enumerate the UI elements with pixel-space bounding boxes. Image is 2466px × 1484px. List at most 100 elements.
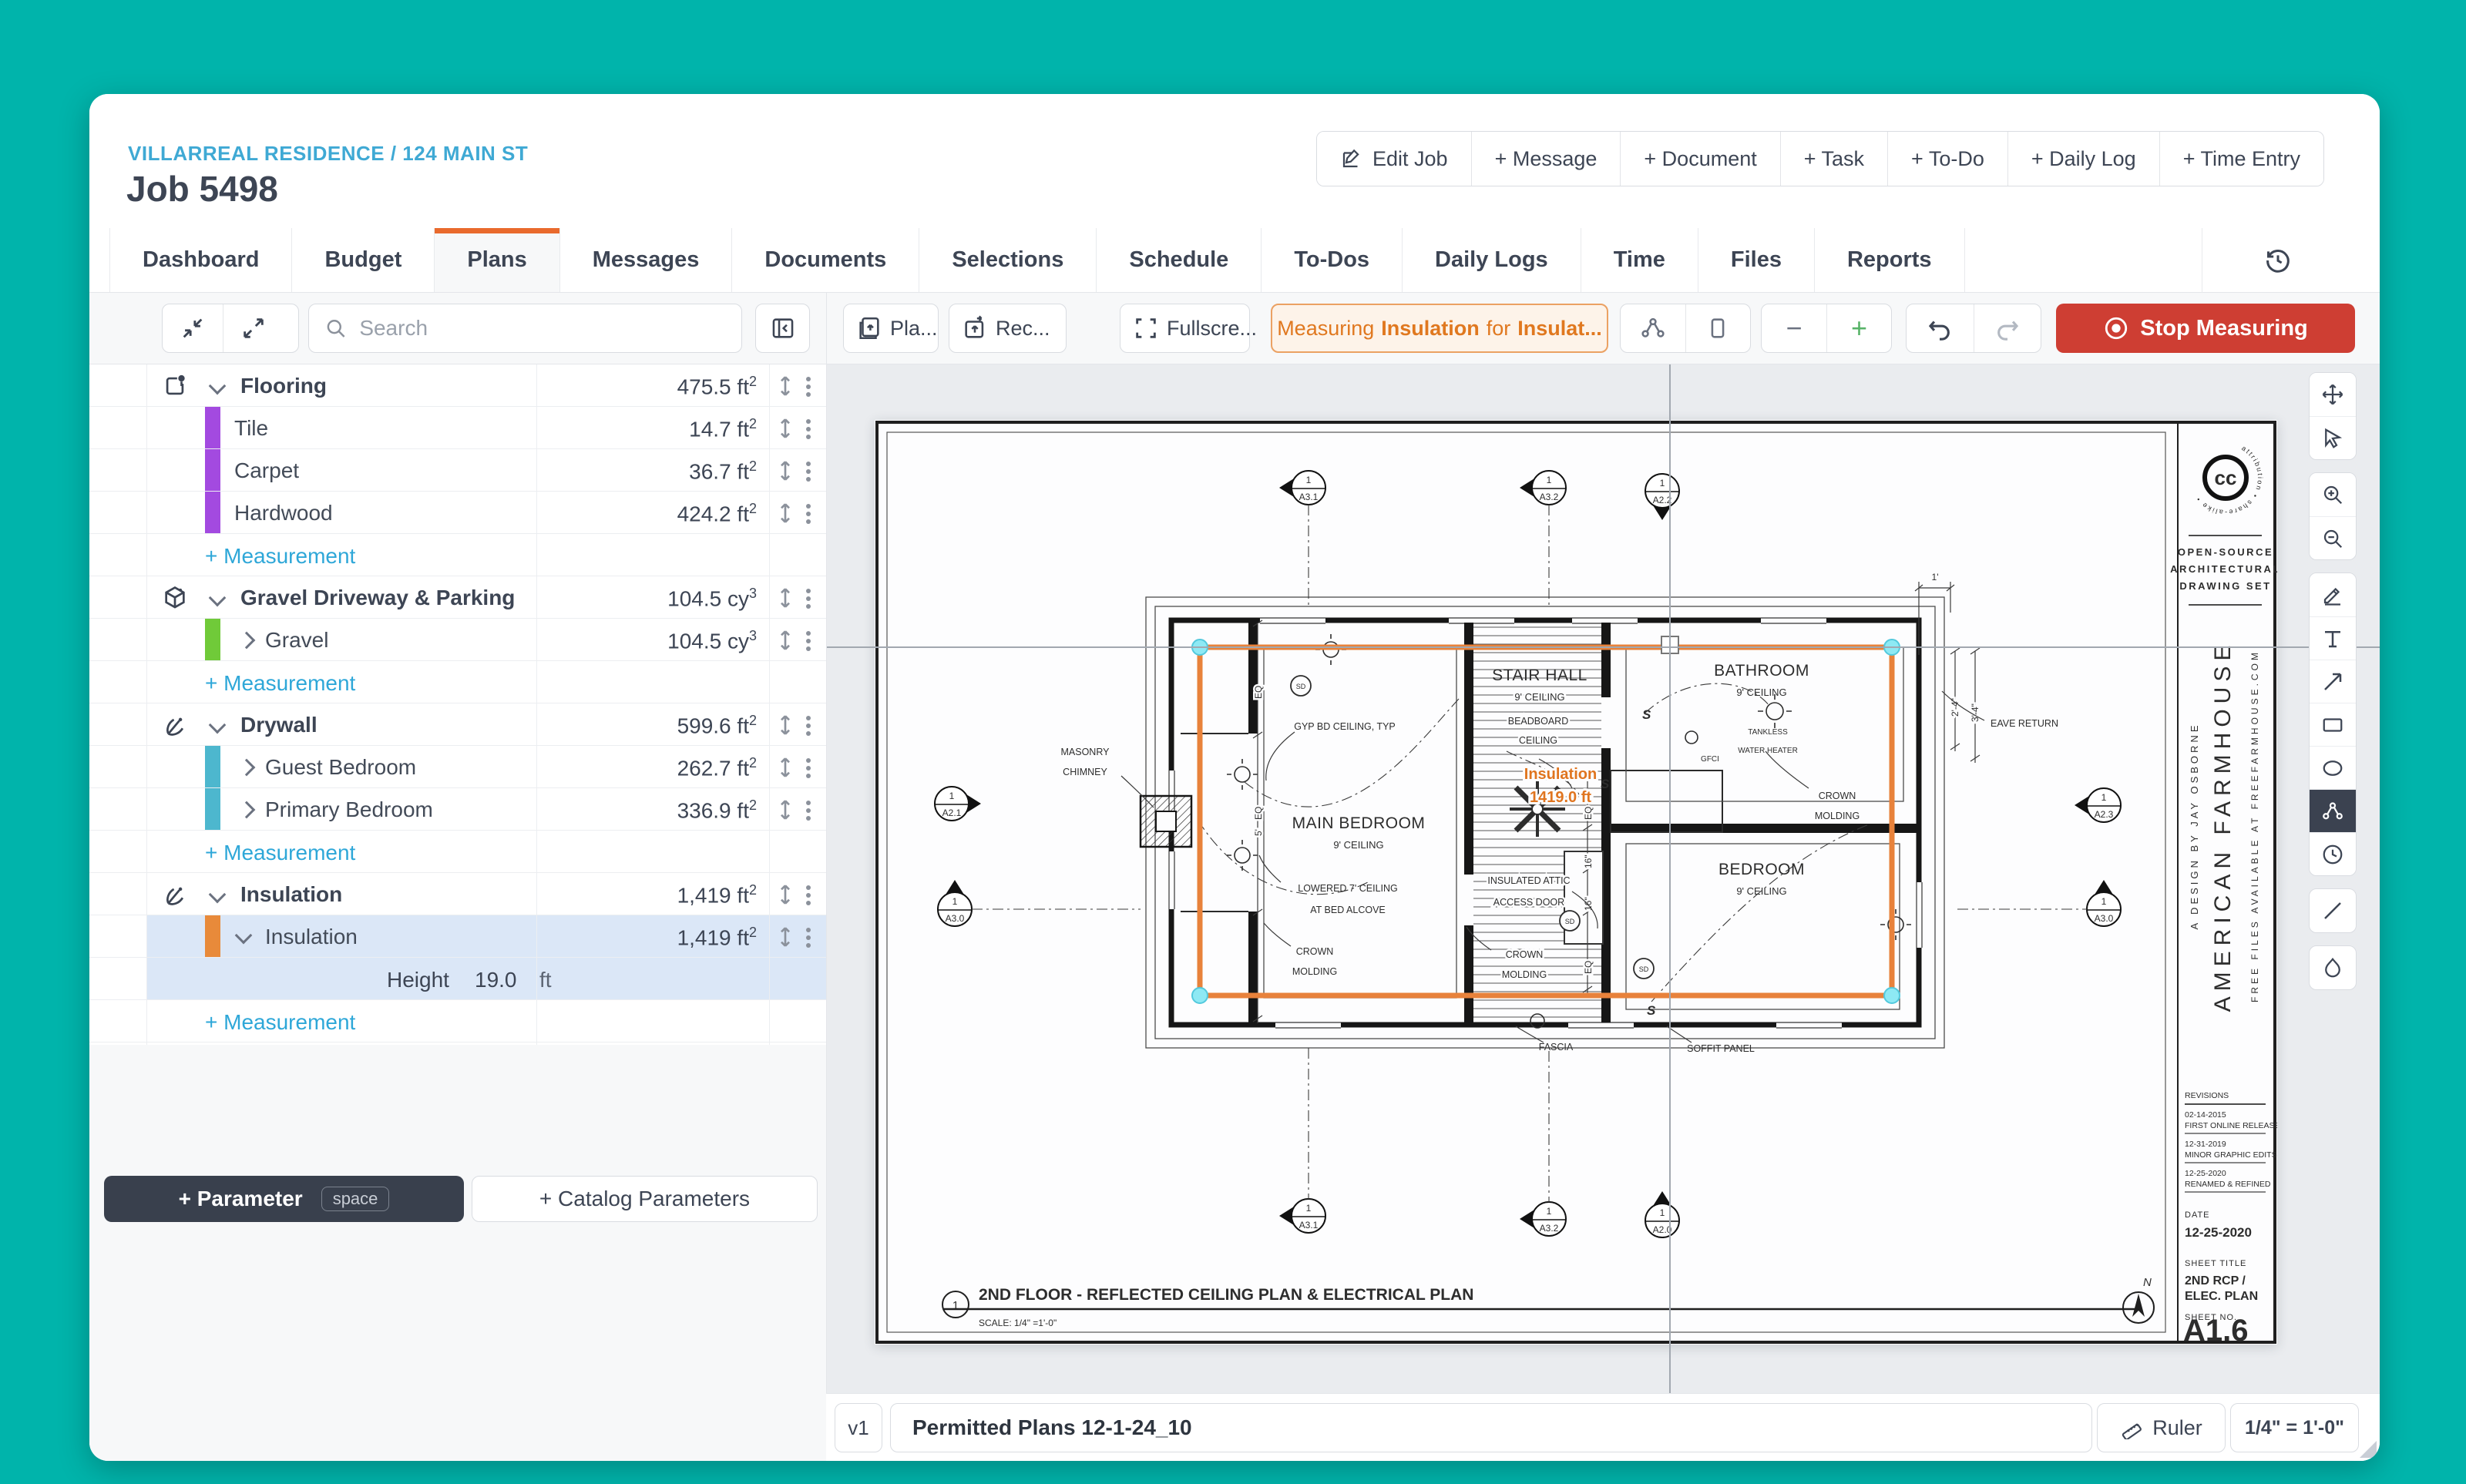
tab-files[interactable]: Files (1698, 228, 1815, 292)
row-height-icon[interactable] (775, 713, 795, 737)
row-height-icon[interactable] (775, 756, 795, 779)
row-height-icon[interactable] (775, 502, 795, 525)
select-tool[interactable] (2310, 416, 2356, 459)
version-badge[interactable]: v1 (835, 1403, 882, 1452)
tab-dashboard[interactable]: Dashboard (109, 228, 293, 292)
panel-toggle-button[interactable] (755, 304, 810, 353)
expand-all-button[interactable] (223, 304, 284, 352)
polyline-tool[interactable] (2310, 789, 2356, 832)
tree-item-insulation-selected[interactable]: Insulation 1,419 ft2 (89, 915, 826, 958)
plan-canvas[interactable]: SD SD SD S S S EQ 5' EQ EQ 16" 16" EQ 1'… (826, 364, 2380, 1393)
chevron-down-icon[interactable] (234, 926, 253, 945)
tree-group-insulation[interactable]: Insulation 1,419 ft2 (89, 873, 826, 915)
draw-tool[interactable] (2310, 573, 2356, 616)
tab-documents[interactable]: Documents (732, 228, 920, 292)
row-height-icon[interactable] (775, 417, 795, 440)
zoom-in-button[interactable]: + (1826, 304, 1891, 352)
vector-pen-icon[interactable] (162, 712, 188, 738)
vector-pen-icon[interactable] (162, 881, 188, 908)
row-height-icon[interactable] (775, 798, 795, 821)
undo-button[interactable] (1907, 304, 1974, 352)
history-tool[interactable] (2310, 832, 2356, 875)
row-menu-icon[interactable] (806, 801, 811, 805)
row-menu-icon[interactable] (806, 462, 811, 466)
add-measurement-row[interactable]: + Measurement (89, 534, 826, 576)
arrow-tool[interactable] (2310, 660, 2356, 703)
recenter-button[interactable]: Rec... (949, 304, 1067, 353)
add-daily-log-button[interactable]: + Daily Log (2007, 132, 2159, 186)
tab-messages[interactable]: Messages (560, 228, 733, 292)
plans-pages-button[interactable]: Pla... (843, 304, 939, 353)
line-tool[interactable] (2310, 889, 2356, 932)
zoom-out-button[interactable]: − (1762, 304, 1826, 352)
chevron-down-icon[interactable] (208, 885, 227, 904)
breadcrumb[interactable]: VILLARREAL RESIDENCE / 124 MAIN ST (128, 142, 528, 166)
collapse-all-button[interactable] (163, 304, 223, 352)
catalog-parameters-button[interactable]: + Catalog Parameters (472, 1176, 818, 1222)
chevron-right-icon[interactable] (237, 801, 256, 819)
tree-item-hardwood[interactable]: Hardwood 424.2 ft2 (89, 492, 826, 534)
row-height-icon[interactable] (775, 883, 795, 906)
row-height-icon[interactable] (775, 925, 795, 948)
rectangle-tool[interactable] (2310, 703, 2356, 746)
fullscreen-button[interactable]: Fullscre... (1120, 304, 1257, 353)
zoom-in-tool[interactable] (2310, 473, 2356, 516)
tab-plans[interactable]: Plans (435, 228, 560, 292)
chevron-right-icon[interactable] (237, 758, 256, 777)
history-icon[interactable] (2263, 228, 2293, 293)
tree-item-guest-bedroom[interactable]: Guest Bedroom 262.7 ft2 (89, 746, 826, 788)
row-menu-icon[interactable] (806, 589, 811, 593)
cube-icon[interactable] (162, 585, 188, 611)
row-menu-icon[interactable] (806, 928, 811, 932)
polyline-tool-button[interactable] (1621, 304, 1685, 352)
add-measurement-row[interactable]: + Measurement (89, 1000, 826, 1042)
rectangle-tool-button[interactable] (1685, 304, 1750, 352)
edit-job-button[interactable]: Edit Job (1317, 132, 1471, 186)
tab-reports[interactable]: Reports (1815, 228, 1965, 292)
stop-measuring-button[interactable]: Stop Measuring (2056, 304, 2355, 353)
tree-item-gravel[interactable]: Gravel 104.5 cy3 (89, 619, 826, 661)
tab-schedule[interactable]: Schedule (1097, 228, 1262, 292)
row-menu-icon[interactable] (806, 504, 811, 509)
tab-daily-logs[interactable]: Daily Logs (1403, 228, 1581, 292)
parameter-row-height[interactable]: Height 19.0 ft (89, 958, 826, 1000)
tree-item-tile[interactable]: Tile 14.7 ft2 (89, 407, 826, 449)
row-menu-icon[interactable] (806, 419, 811, 424)
ruler-button[interactable]: Ruler (2097, 1403, 2226, 1452)
chevron-down-icon[interactable] (208, 377, 227, 395)
row-height-icon[interactable] (775, 459, 795, 482)
add-message-button[interactable]: + Message (1470, 132, 1621, 186)
tab-selections[interactable]: Selections (919, 228, 1097, 292)
row-menu-icon[interactable] (806, 716, 811, 720)
row-height-icon[interactable] (775, 586, 795, 609)
row-menu-icon[interactable] (806, 377, 811, 381)
row-height-icon[interactable] (775, 629, 795, 652)
tab-todos[interactable]: To-Dos (1262, 228, 1403, 292)
redo-button[interactable] (1973, 304, 2041, 352)
row-height-icon[interactable] (775, 374, 795, 398)
tree-item-primary-bedroom[interactable]: Primary Bedroom 336.9 ft2 (89, 788, 826, 831)
add-todo-button[interactable]: + To-Do (1887, 132, 2007, 186)
add-document-button[interactable]: + Document (1620, 132, 1780, 186)
chevron-right-icon[interactable] (237, 631, 256, 650)
ellipse-tool[interactable] (2310, 746, 2356, 789)
tab-budget[interactable]: Budget (292, 228, 435, 292)
tree-item-carpet[interactable]: Carpet 36.7 ft2 (89, 449, 826, 492)
row-menu-icon[interactable] (806, 885, 811, 890)
add-parameter-button[interactable]: + Parameter space (104, 1176, 464, 1222)
add-time-entry-button[interactable]: + Time Entry (2159, 132, 2323, 186)
add-measurement-row[interactable]: + Measurement (89, 831, 826, 873)
search-input[interactable] (358, 315, 726, 341)
row-menu-icon[interactable] (806, 631, 811, 636)
add-measurement-row[interactable]: + Measurement (89, 661, 826, 703)
tree-group-gravel-driveway[interactable]: Gravel Driveway & Parking 104.5 cy3 (89, 576, 826, 619)
zoom-out-tool[interactable] (2310, 516, 2356, 559)
scale-badge[interactable]: 1/4" = 1'-0" (2230, 1403, 2359, 1452)
tab-time[interactable]: Time (1581, 228, 1698, 292)
tree-group-drywall[interactable]: Drywall 599.6 ft2 (89, 703, 826, 746)
row-menu-icon[interactable] (806, 758, 811, 763)
plan-name-input[interactable] (911, 1415, 2071, 1441)
export-icon[interactable] (162, 373, 188, 399)
text-tool[interactable] (2310, 616, 2356, 660)
polygon-tool[interactable] (2310, 946, 2356, 989)
